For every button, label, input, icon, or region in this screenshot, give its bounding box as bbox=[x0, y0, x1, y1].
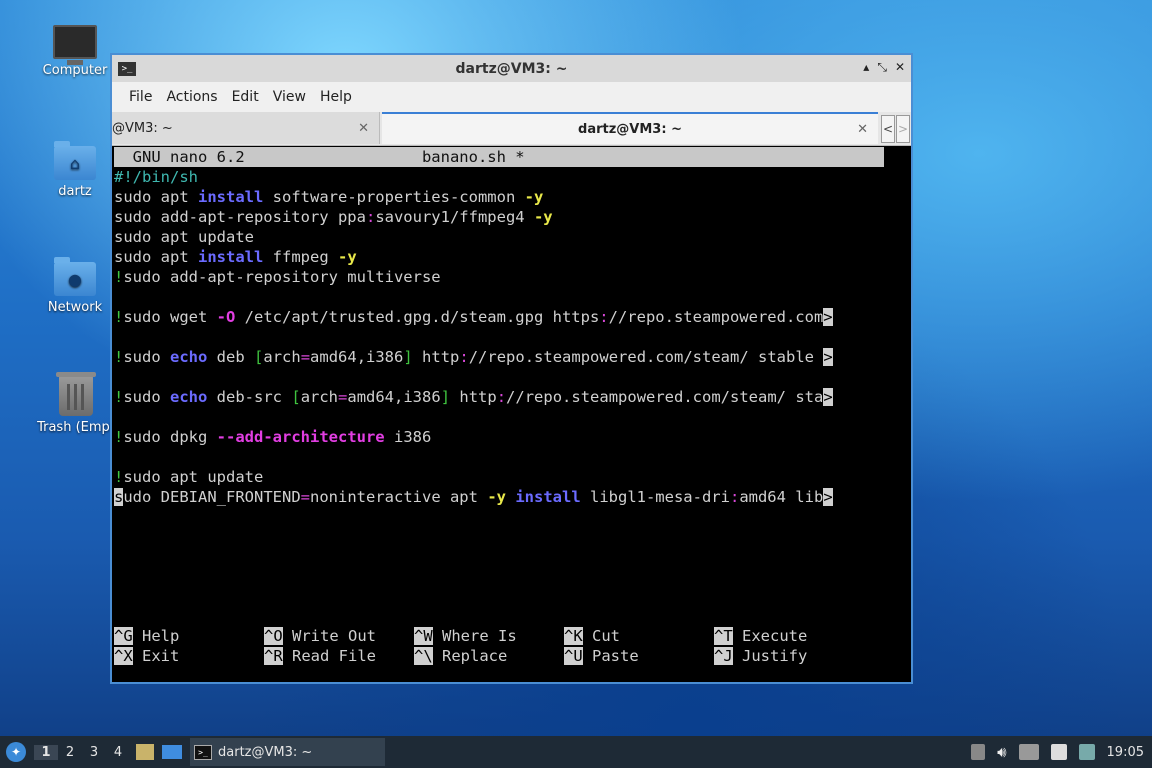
shortcut-cut[interactable]: ^K Cut bbox=[564, 627, 620, 645]
desktop-icon-network[interactable]: ● Network bbox=[30, 257, 120, 315]
shortcut-help[interactable]: ^G Help bbox=[114, 627, 179, 645]
desktop-icon-label: dartz bbox=[58, 184, 92, 199]
code-line: sudo apt update bbox=[114, 228, 254, 246]
taskbar-task-label: dartz@VM3: ~ bbox=[218, 744, 313, 760]
shortcut-execute[interactable]: ^T Execute bbox=[714, 627, 807, 645]
menubar: File Actions Edit View Help bbox=[112, 82, 911, 112]
desktop-icon-label: Computer bbox=[42, 63, 108, 78]
desktop-icon-home[interactable]: ⌂ dartz bbox=[30, 141, 120, 199]
tab-label: dartz@VM3: ~ bbox=[578, 121, 682, 137]
desktop-icon-label: Network bbox=[47, 300, 103, 315]
menu-actions[interactable]: Actions bbox=[159, 89, 224, 105]
workspace-3[interactable]: 3 bbox=[82, 745, 106, 760]
tab-scroll-right-icon[interactable]: > bbox=[896, 115, 910, 143]
menu-file[interactable]: File bbox=[122, 89, 159, 105]
code-line: !sudo dpkg --add-architecture i386 bbox=[114, 428, 432, 446]
workspace-1[interactable]: 1 bbox=[34, 744, 58, 760]
code-line: !sudo add-apt-repository multiverse bbox=[114, 268, 441, 286]
tab-close-icon[interactable]: ✕ bbox=[358, 121, 369, 136]
code-line: sudo apt install ffmpeg -y bbox=[114, 248, 357, 266]
code-line: sudo add-apt-repository ppa:savoury1/ffm… bbox=[114, 208, 553, 226]
computer-icon bbox=[53, 25, 97, 65]
shortcut-replace[interactable]: ^\ Replace bbox=[414, 647, 507, 665]
maximize-icon[interactable]: ⤡ bbox=[877, 60, 887, 75]
network-icon[interactable] bbox=[1018, 744, 1039, 760]
clipboard-icon[interactable] bbox=[1050, 744, 1067, 760]
shortcut-exit[interactable]: ^X Exit bbox=[114, 647, 179, 665]
shortcut-paste[interactable]: ^U Paste bbox=[564, 647, 639, 665]
menu-view[interactable]: View bbox=[266, 89, 313, 105]
nano-header: GNU nano 6.2 banano.sh * bbox=[114, 147, 884, 167]
tab-1[interactable]: @VM3: ~ ✕ bbox=[112, 112, 380, 144]
menu-edit[interactable]: Edit bbox=[225, 89, 266, 105]
terminal-icon: >_ bbox=[194, 744, 212, 760]
window-title: dartz@VM3: ~ bbox=[455, 60, 568, 77]
code-line: !sudo apt update bbox=[114, 468, 264, 486]
taskbar: ✦ 1 2 3 4 >_ dartz@VM3: ~ 🔊︎ 19:05 bbox=[0, 736, 1152, 768]
code-line: sudo apt install software-properties-com… bbox=[114, 188, 544, 206]
code-line: !sudo echo deb-src [arch=amd64,i386] htt… bbox=[114, 388, 833, 406]
code-line: !sudo wget -O /etc/apt/trusted.gpg.d/ste… bbox=[114, 308, 833, 326]
code-line: !sudo echo deb [arch=amd64,i386] http://… bbox=[114, 348, 833, 366]
desktop-launcher-icon[interactable] bbox=[162, 745, 182, 759]
volume-icon[interactable]: 🔊︎ bbox=[997, 743, 1006, 761]
shortcut-justify[interactable]: ^J Justify bbox=[714, 647, 807, 665]
shortcut-where-is[interactable]: ^W Where Is bbox=[414, 627, 517, 645]
code-line: #!/bin/sh bbox=[114, 168, 198, 186]
notification-icon[interactable] bbox=[1078, 744, 1095, 760]
start-menu-icon[interactable]: ✦ bbox=[6, 742, 26, 762]
nano-filename: banano.sh * bbox=[421, 148, 525, 166]
shortcut-read-file[interactable]: ^R Read File bbox=[264, 647, 376, 665]
trash-icon bbox=[56, 372, 96, 416]
tab-close-icon[interactable]: ✕ bbox=[857, 122, 868, 137]
tray-arrow-icon[interactable] bbox=[971, 744, 986, 760]
window-titlebar[interactable]: >_ dartz@VM3: ~ ▴ ⤡ ✕ bbox=[112, 55, 911, 82]
file-manager-launcher-icon[interactable] bbox=[136, 744, 154, 760]
workspace-4[interactable]: 4 bbox=[106, 745, 130, 760]
menu-help[interactable]: Help bbox=[313, 89, 359, 105]
taskbar-task-terminal[interactable]: >_ dartz@VM3: ~ bbox=[190, 738, 385, 766]
clock[interactable]: 19:05 bbox=[1107, 745, 1144, 760]
desktop-icon-computer[interactable]: Computer bbox=[30, 25, 120, 78]
workspace-2[interactable]: 2 bbox=[58, 745, 82, 760]
nano-version: GNU nano 6.2 bbox=[132, 148, 245, 166]
home-folder-icon: ⌂ bbox=[54, 141, 96, 180]
close-icon[interactable]: ✕ bbox=[895, 60, 905, 75]
nano-editor[interactable]: GNU nano 6.2 banano.sh * #!/bin/sh sudo ap… bbox=[114, 147, 884, 507]
minimize-icon[interactable]: ▴ bbox=[863, 60, 869, 75]
tab-bar: @VM3: ~ ✕ dartz@VM3: ~ ✕ < > bbox=[112, 112, 911, 146]
tab-2[interactable]: dartz@VM3: ~ ✕ bbox=[382, 112, 878, 144]
shortcut-write-out[interactable]: ^O Write Out bbox=[264, 627, 376, 645]
tab-scroll-left-icon[interactable]: < bbox=[881, 115, 895, 143]
code-line: sudo DEBIAN_FRONTEND=noninteractive apt … bbox=[114, 488, 833, 506]
tab-label: @VM3: ~ bbox=[112, 120, 173, 136]
system-tray: 🔊︎ 19:05 bbox=[971, 736, 1144, 768]
network-folder-icon: ● bbox=[54, 257, 96, 296]
terminal-window[interactable]: >_ dartz@VM3: ~ ▴ ⤡ ✕ File Actions Edit … bbox=[110, 53, 913, 684]
